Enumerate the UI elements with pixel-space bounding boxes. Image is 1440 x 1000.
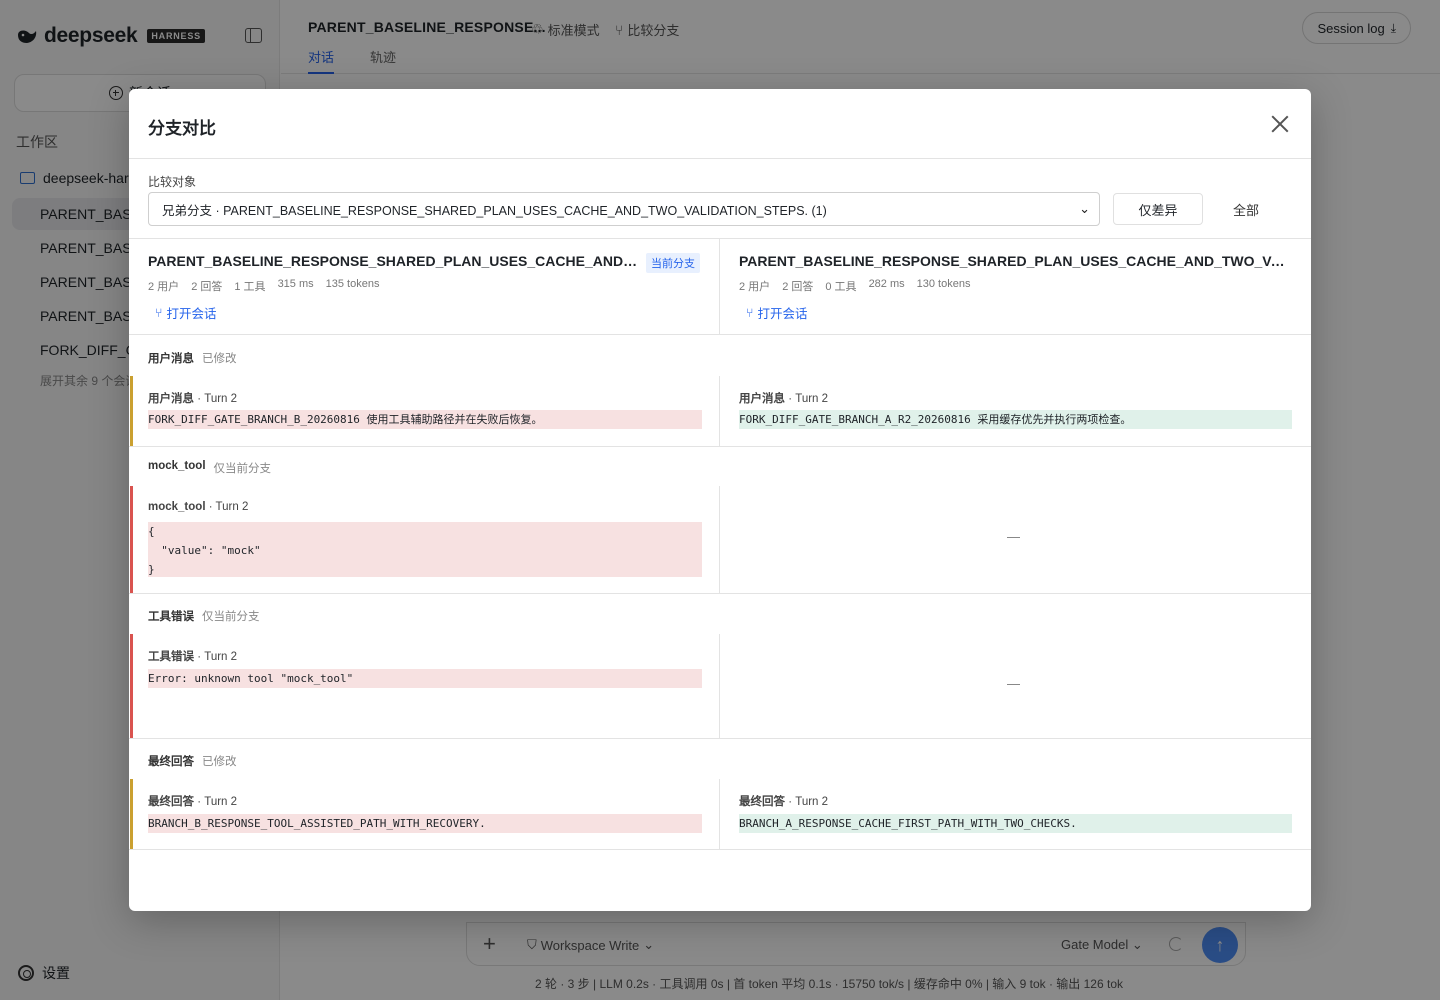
- stat-tokens: 130 tokens: [916, 278, 971, 290]
- added-text: FORK_DIFF_GATE_BRANCH_A_R2_20260816 采用缓存…: [739, 410, 1292, 429]
- stat-users: 2 用户: [148, 281, 180, 293]
- sibling-branch-stats: 2 用户 2 回答 0 工具 282 ms 130 tokens: [739, 278, 970, 294]
- dialog-title: 分支对比: [148, 119, 216, 138]
- show-all-button[interactable]: 全部: [1207, 193, 1285, 225]
- stat-tokens: 135 tokens: [325, 278, 380, 290]
- branch-icon: ⑂: [155, 305, 163, 320]
- stat-tools: 0 工具: [825, 281, 857, 293]
- section-name: 用户消息: [148, 353, 194, 365]
- chevron-down-icon: ⌄: [1079, 201, 1090, 216]
- cell-label: 最终回答 · Turn 2: [148, 796, 238, 808]
- diff-section-header: 用户消息 已修改: [148, 350, 237, 366]
- stat-latency: 282 ms: [868, 278, 905, 290]
- open-session-link[interactable]: ⑂ 打开会话: [746, 303, 808, 322]
- stat-tools: 1 工具: [234, 281, 266, 293]
- diff-section-header: mock_tool 仅当前分支: [148, 460, 271, 476]
- section-name: 工具错误: [148, 611, 194, 623]
- stat-users: 2 用户: [739, 281, 771, 293]
- deleted-text: FORK_DIFF_GATE_BRANCH_B_20260816 使用工具辅助路…: [148, 410, 702, 429]
- diff-section-header: 最终回答 已修改: [148, 753, 237, 769]
- column-divider: [719, 779, 720, 849]
- cell-label: mock_tool · Turn 2: [148, 501, 249, 513]
- column-divider: [719, 486, 720, 593]
- branch-icon: ⑂: [746, 305, 754, 320]
- sibling-branch-header: PARENT_BASELINE_RESPONSE_SHARED_PLAN_USE…: [720, 239, 1311, 335]
- empty-placeholder: —: [1007, 676, 1020, 691]
- section-status: 已修改: [202, 756, 237, 768]
- modified-marker: [130, 376, 133, 446]
- current-branch-header: PARENT_BASELINE_RESPONSE_SHARED_PLAN_USE…: [129, 239, 720, 335]
- section-divider: [129, 593, 1311, 594]
- removed-marker: [130, 486, 133, 593]
- section-divider: [129, 849, 1311, 850]
- compare-target-select[interactable]: 兄弟分支 · PARENT_BASELINE_RESPONSE_SHARED_P…: [148, 192, 1100, 226]
- section-status: 仅当前分支: [202, 611, 260, 623]
- dialog-header: 分支对比: [129, 89, 1311, 159]
- removed-marker: [130, 634, 133, 738]
- compare-target-label: 比较对象: [148, 175, 197, 189]
- section-status: 已修改: [202, 353, 237, 365]
- deleted-text: { "value": "mock" }: [148, 522, 702, 577]
- stat-answers: 2 回答: [191, 281, 223, 293]
- current-branch-title: PARENT_BASELINE_RESPONSE_SHARED_PLAN_USE…: [148, 253, 638, 269]
- diff-only-button[interactable]: 仅差异: [1113, 193, 1203, 225]
- cell-label: 工具错误 · Turn 2: [148, 651, 238, 663]
- section-name: mock_tool: [148, 460, 206, 472]
- empty-placeholder: —: [1007, 529, 1020, 544]
- section-divider: [129, 738, 1311, 739]
- open-session-label: 打开会话: [166, 307, 217, 321]
- current-branch-stats: 2 用户 2 回答 1 工具 315 ms 135 tokens: [148, 278, 379, 294]
- stat-latency: 315 ms: [277, 278, 314, 290]
- stat-answers: 2 回答: [782, 281, 814, 293]
- deleted-text: BRANCH_B_RESPONSE_TOOL_ASSISTED_PATH_WIT…: [148, 814, 702, 833]
- deleted-text: Error: unknown tool "mock_tool": [148, 669, 702, 688]
- cell-label: 用户消息 · Turn 2: [148, 393, 238, 405]
- column-divider: [719, 376, 720, 446]
- open-session-label: 打开会话: [757, 307, 808, 321]
- open-session-link[interactable]: ⑂ 打开会话: [155, 303, 217, 322]
- sibling-branch-title: PARENT_BASELINE_RESPONSE_SHARED_PLAN_USE…: [739, 253, 1291, 269]
- current-branch-badge: 当前分支: [646, 253, 700, 273]
- section-divider: [129, 446, 1311, 447]
- section-status: 仅当前分支: [213, 463, 272, 475]
- section-name: 最终回答: [148, 756, 194, 768]
- cell-label: 用户消息 · Turn 2: [739, 393, 829, 405]
- close-icon[interactable]: [1271, 115, 1289, 133]
- added-text: BRANCH_A_RESPONSE_CACHE_FIRST_PATH_WITH_…: [739, 814, 1292, 833]
- cell-label: 最终回答 · Turn 2: [739, 796, 829, 808]
- compare-target-value: 兄弟分支 · PARENT_BASELINE_RESPONSE_SHARED_P…: [162, 203, 827, 218]
- diff-section-header: 工具错误 仅当前分支: [148, 608, 260, 624]
- branch-compare-dialog: 分支对比 比较对象 兄弟分支 · PARENT_BASELINE_RESPONS…: [129, 89, 1311, 911]
- column-divider: [719, 634, 720, 738]
- modified-marker: [130, 779, 133, 849]
